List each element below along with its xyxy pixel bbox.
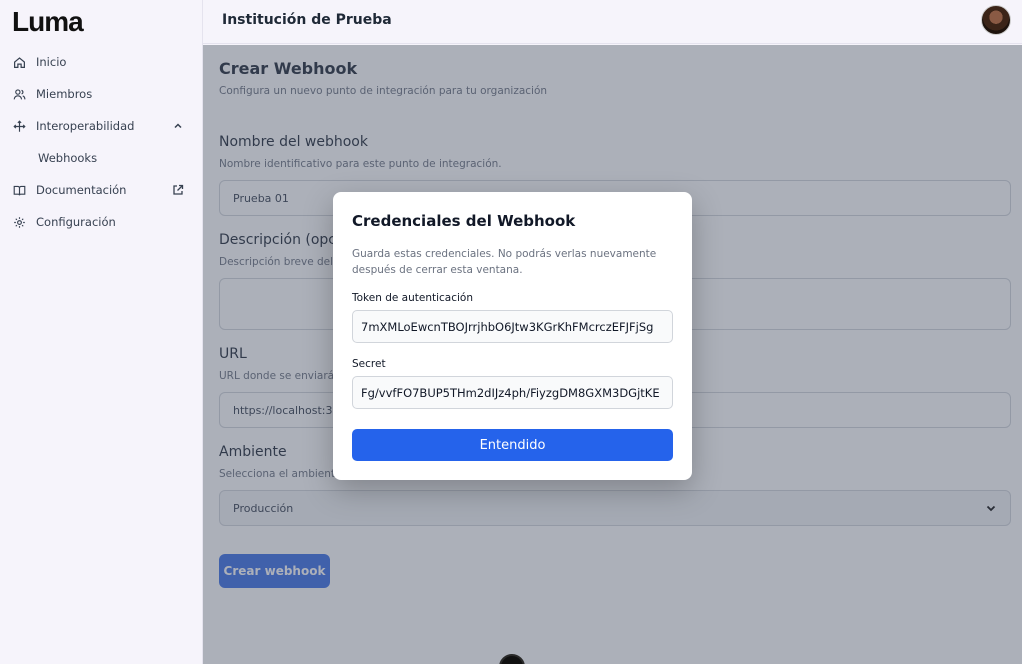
app-logo[interactable]: Luma [12, 6, 84, 38]
secret-field[interactable]: Fg/vvfFO7BUP5THm2dIJz4ph/FiyzgDM8GXM3DGj… [352, 376, 673, 409]
external-link-icon [171, 183, 184, 196]
gear-icon [12, 215, 26, 229]
sidebar-item-label: Inicio [36, 55, 67, 69]
sidebar-item-label: Interoperabilidad [36, 119, 135, 133]
avatar[interactable] [981, 5, 1011, 35]
sidebar-item-label: Documentación [36, 183, 127, 197]
organization-name: Institución de Prueba [222, 12, 392, 28]
sidebar-item-interoperabilidad[interactable]: Interoperabilidad [12, 114, 188, 138]
modal-description: Guarda estas credenciales. No podrás ver… [352, 248, 657, 276]
sidebar-item-label: Miembros [36, 87, 93, 101]
sidebar-item-miembros[interactable]: Miembros [12, 82, 188, 106]
sidebar-item-inicio[interactable]: Inicio [12, 50, 188, 74]
top-bar: Institución de Prueba [203, 0, 1022, 44]
understood-button[interactable]: Entendido [352, 429, 673, 461]
home-icon [12, 55, 26, 69]
credentials-modal: Credenciales del Webhook Guarda estas cr… [333, 192, 692, 480]
chevron-up-icon[interactable] [171, 119, 184, 132]
token-field[interactable]: 7mXMLoEwcnTBOJrrjhbO6Jtw3KGrKhFMcrczEFJF… [352, 310, 673, 343]
sidebar: Luma Inicio Miembros Interoperabilidad W… [0, 0, 203, 664]
token-label: Token de autenticación [352, 292, 474, 304]
book-icon [12, 183, 26, 197]
sidebar-item-documentacion[interactable]: Documentación [12, 178, 188, 202]
sidebar-item-label: Configuración [36, 215, 116, 229]
secret-label: Secret [352, 358, 386, 370]
arrows-icon [12, 119, 26, 133]
modal-title: Credenciales del Webhook [352, 212, 576, 230]
users-icon [12, 87, 26, 101]
sidebar-item-webhooks[interactable]: Webhooks [38, 151, 97, 165]
sidebar-item-configuracion[interactable]: Configuración [12, 210, 188, 234]
